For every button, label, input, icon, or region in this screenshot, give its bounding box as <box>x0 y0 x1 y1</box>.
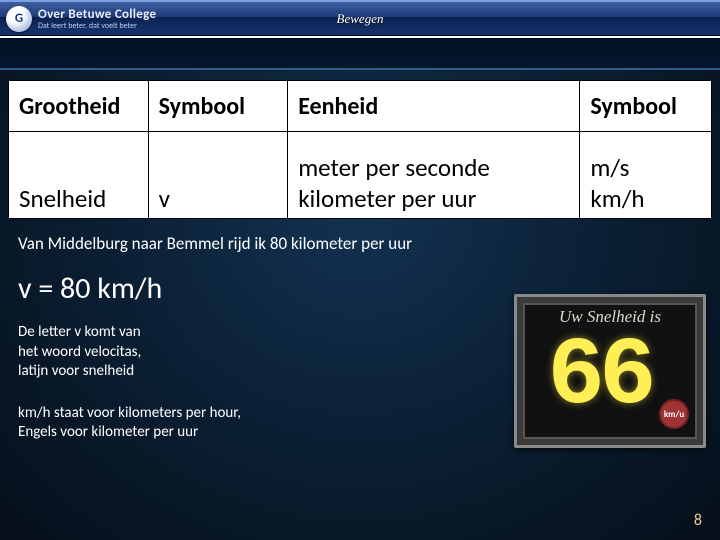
table-header-row: Grootheid Symbool Eenheid Symbool <box>9 81 712 132</box>
cell-symbool: v <box>148 132 288 219</box>
school-tagline: Dat leert beter, dat voelt beter <box>38 22 156 30</box>
th-eenheid: Eenheid <box>288 81 580 132</box>
cell-grootheid: Snelheid <box>9 132 149 219</box>
slide-number: 8 <box>694 511 702 530</box>
eenheid-line2: kilometer per uur <box>298 183 476 214</box>
page-title: Bewegen <box>337 11 384 27</box>
sub-header-bar <box>0 38 720 70</box>
cell-eenheid: meter per seconde kilometer per uur <box>288 132 580 219</box>
symbool2-line2: km/h <box>590 183 644 214</box>
symbool2-line1: m/s <box>590 152 629 183</box>
speed-sign-image: Uw Snelheid is 66 km/u <box>514 294 706 448</box>
table-row: Snelheid v meter per seconde kilometer p… <box>9 132 712 219</box>
th-grootheid: Grootheid <box>9 81 149 132</box>
sign-unit: km/u <box>659 399 689 429</box>
example-sentence: Van Middelburg naar Bemmel rijd ik 80 ki… <box>18 233 702 254</box>
slide-header: G Over Betuwe College Dat leert beter, d… <box>0 0 720 36</box>
cell-symbool2: m/s km/h <box>580 132 712 219</box>
school-logo-icon: G <box>6 6 32 32</box>
school-name: Over Betuwe College <box>38 8 156 21</box>
school-block: Over Betuwe College Dat leert beter, dat… <box>38 8 156 30</box>
eenheid-line1: meter per seconde <box>298 152 490 183</box>
sign-value: 66 <box>525 329 673 431</box>
sign-bezel: Uw Snelheid is 66 km/u <box>523 303 697 439</box>
th-symbool: Symbool <box>148 81 288 132</box>
th-symbool2: Symbool <box>580 81 712 132</box>
quantity-table: Grootheid Symbool Eenheid Symbool Snelhe… <box>8 80 712 219</box>
